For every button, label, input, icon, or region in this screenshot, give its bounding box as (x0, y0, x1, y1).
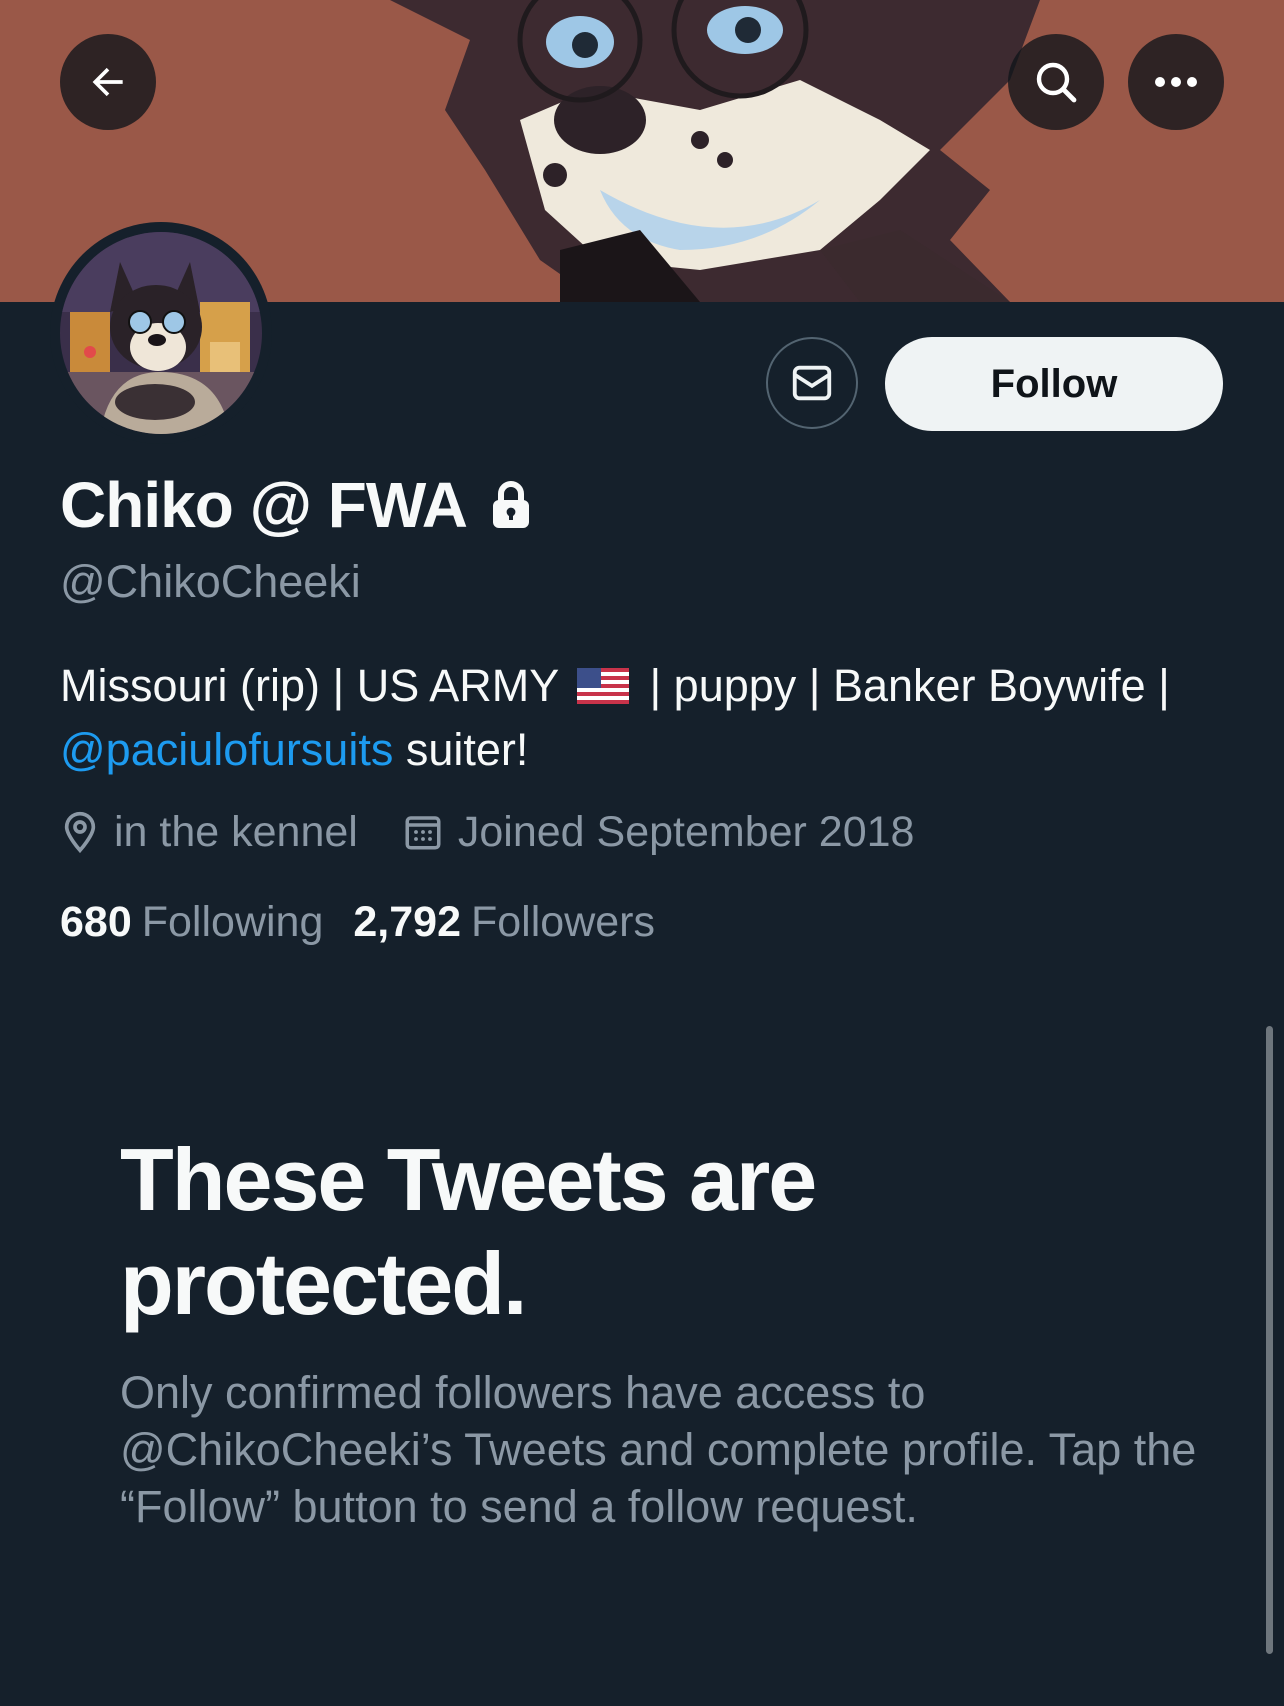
more-horizontal-icon (1155, 77, 1197, 87)
location-item: in the kennel (60, 808, 358, 857)
followers-label: Followers (471, 897, 655, 946)
following-count: 680 (60, 897, 132, 946)
location-pin-icon (64, 811, 96, 854)
arrow-left-icon (92, 67, 123, 97)
follow-button[interactable]: Follow (885, 337, 1223, 431)
following-stat[interactable]: 680 Following (60, 898, 323, 947)
bio-text-continued: | puppy | Banker Boywife | (649, 660, 1170, 711)
search-button[interactable] (1008, 34, 1104, 130)
mail-icon (792, 365, 832, 401)
message-button[interactable] (766, 337, 858, 429)
location-text: in the kennel (114, 807, 358, 856)
scrollbar[interactable] (1266, 1026, 1273, 1654)
search-icon (1036, 62, 1077, 103)
lock-icon (489, 480, 533, 530)
profile-meta: in the kennel Joined September 2018 (60, 802, 914, 862)
followers-stat[interactable]: 2,792 Followers (353, 898, 655, 947)
more-options-button[interactable] (1128, 34, 1224, 130)
follow-stats: 680 Following 2,792 Followers (60, 892, 685, 952)
joined-text: Joined September 2018 (457, 807, 915, 856)
us-flag-icon (576, 668, 629, 705)
protected-message: Only confirmed followers have access to … (120, 1367, 1197, 1532)
following-label: Following (141, 897, 324, 946)
profile-bio: Missouri (rip) | US ARMY | puppy | Banke… (60, 654, 1240, 782)
name-row: Chiko @ FWA (60, 469, 533, 541)
calendar-icon (405, 816, 441, 850)
back-button[interactable] (60, 34, 156, 130)
avatar-image (60, 232, 262, 434)
protected-title: These Tweets are protected. (120, 1130, 817, 1333)
followers-count: 2,792 (353, 897, 461, 946)
bio-text: Missouri (rip) | US ARMY (60, 660, 559, 711)
display-name: Chiko @ FWA (60, 469, 468, 541)
bio-suffix: suiter! (393, 724, 529, 775)
bio-mention-link[interactable]: @paciulofursuits (60, 724, 393, 775)
profile-handle: @ChikoCheeki (60, 556, 361, 607)
profile-avatar[interactable] (50, 222, 272, 444)
joined-item: Joined September 2018 (402, 807, 915, 857)
